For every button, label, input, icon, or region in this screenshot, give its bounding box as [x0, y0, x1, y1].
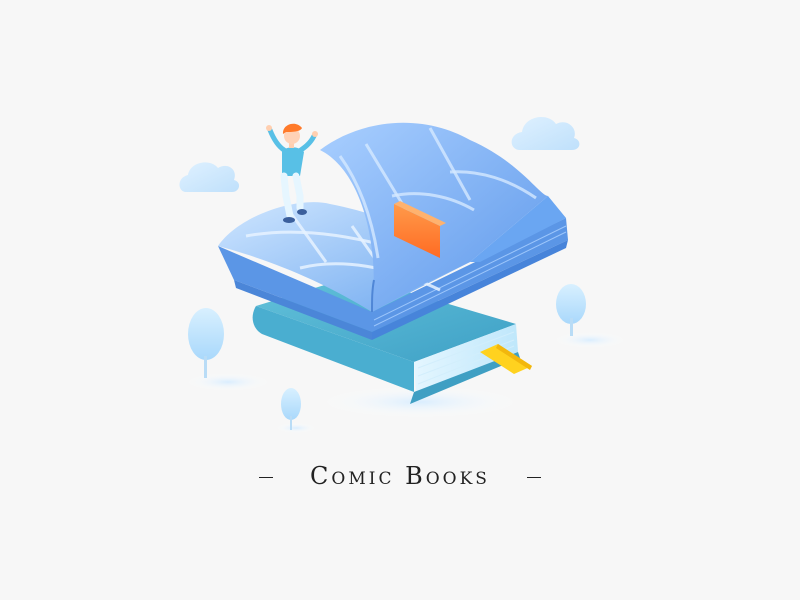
comic-books-illustration: [179, 117, 626, 433]
caption-title: Comic Books: [310, 462, 490, 490]
tree-icon: [554, 284, 626, 348]
tree-icon: [276, 388, 316, 433]
cloud-icon: [511, 117, 580, 150]
caption-left-dash: [259, 477, 274, 478]
illustration-canvas: Comic Books: [0, 0, 800, 600]
caption-right-dash: [526, 477, 541, 478]
cloud-icon: [179, 162, 240, 192]
caption: Comic Books: [0, 462, 800, 490]
